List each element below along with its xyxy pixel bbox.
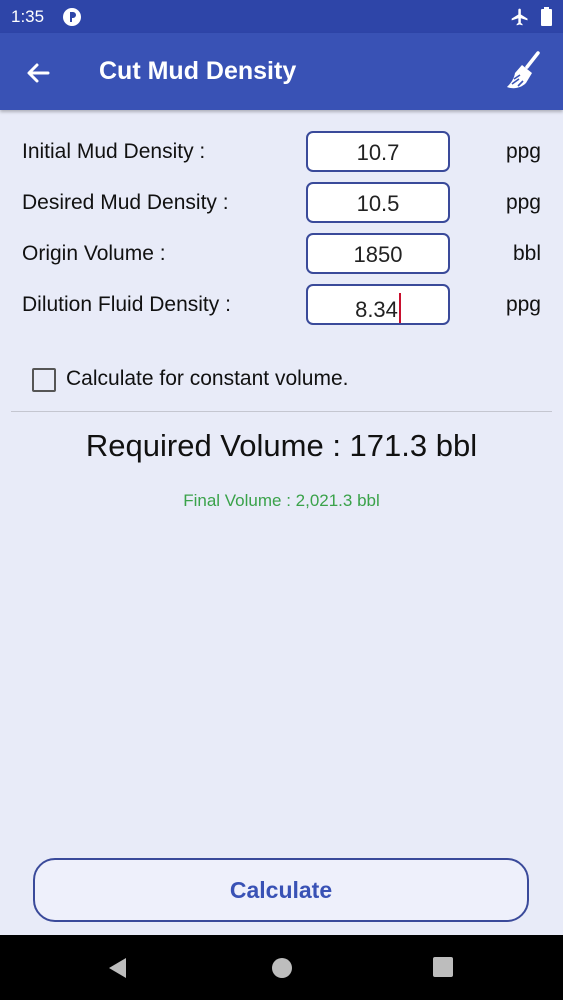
text-caret [398,293,401,323]
app-notification-icon [63,8,81,26]
origin-volume-input[interactable]: 1850 [306,233,450,274]
broom-icon[interactable] [502,49,546,93]
page-title: Cut Mud Density [99,57,297,85]
field-origin-volume: Origin Volume : 1850 bbl [0,233,563,275]
status-bar: 1:35 [0,0,563,33]
desired-mud-density-input[interactable]: 10.5 [306,182,450,223]
field-unit: ppg [505,140,541,163]
input-value: 10.5 [356,191,400,216]
constant-volume-checkbox-row[interactable]: Calculate for constant volume. [32,366,512,396]
field-label: Initial Mud Density : [22,140,206,163]
field-unit: bbl [512,242,541,265]
field-label: Desired Mud Density : [22,191,229,214]
field-label: Dilution Fluid Density : [22,293,231,316]
constant-volume-checkbox[interactable] [32,368,56,392]
input-value: 10.7 [356,140,400,165]
field-initial-mud-density: Initial Mud Density : 10.7 ppg [0,131,563,173]
field-desired-mud-density: Desired Mud Density : 10.5 ppg [0,182,563,224]
input-value-with-caret: 8.34 [308,293,448,323]
input-value: 1850 [353,242,403,267]
nav-home-icon[interactable] [271,957,293,979]
final-volume-result: Final Volume : 2,021.3 bbl [183,491,380,510]
divider [11,411,552,412]
nav-back-icon[interactable] [106,956,130,980]
field-unit: ppg [505,293,541,316]
status-time: 1:35 [11,7,45,26]
initial-mud-density-input[interactable]: 10.7 [306,131,450,172]
calculate-button[interactable]: Calculate [33,858,529,922]
system-nav-bar [0,935,563,1000]
required-volume-result: Required Volume : 171.3 bbl [85,428,478,463]
battery-icon [541,7,552,26]
checkbox-label: Calculate for constant volume. [66,367,349,390]
arrow-back-icon[interactable] [18,53,58,93]
input-value: 8.34 [355,297,398,322]
field-label: Origin Volume : [22,242,166,265]
dilution-fluid-density-input[interactable]: 8.34 [306,284,450,325]
nav-recents-icon[interactable] [433,957,453,977]
field-dilution-fluid-density: Dilution Fluid Density : 8.34 ppg [0,284,563,326]
field-unit: ppg [505,191,541,214]
airplane-icon [511,8,528,26]
calculator-form: Initial Mud Density : 10.7 ppg Desired M… [0,110,563,935]
app-bar: Cut Mud Density [0,33,563,110]
